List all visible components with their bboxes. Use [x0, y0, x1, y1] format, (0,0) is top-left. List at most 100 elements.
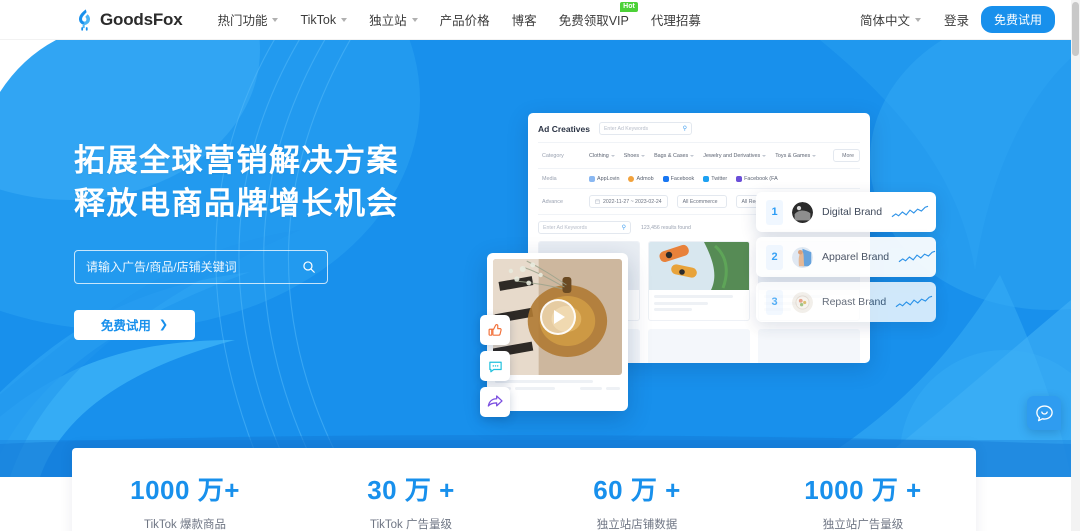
trend-sparkline-icon — [895, 295, 933, 308]
headline-line-2: 释放电商品牌增长机会 — [74, 185, 399, 221]
brand-name: Repast Brand — [822, 296, 887, 308]
filter-tag[interactable]: Bags & Cases — [654, 153, 695, 159]
nav-item-hot-features[interactable]: 热门功能 — [206, 10, 289, 29]
language-selector[interactable]: 简体中文 — [849, 10, 932, 29]
filter-tag[interactable]: Clothing — [589, 153, 615, 159]
comment-button[interactable] — [480, 351, 510, 381]
hero-free-trial-button[interactable]: 免费试用 ❯ — [74, 309, 195, 340]
avatar — [792, 246, 813, 268]
chevron-down-icon — [690, 154, 695, 157]
brand-rank-number: 1 — [766, 199, 783, 225]
stat-value: 60 万 + — [593, 475, 681, 505]
more-label: More — [842, 152, 854, 159]
stat-item: 60 万 + 独立站店铺数据 — [524, 448, 750, 531]
free-trial-button[interactable]: 免费试用 — [980, 6, 1055, 33]
chevron-down-icon — [812, 154, 817, 157]
brand-rank-card[interactable]: 1 Digital Brand — [756, 192, 936, 232]
admob-icon — [628, 175, 635, 182]
filter-tag[interactable]: Shoes — [623, 152, 646, 159]
stat-label: TikTok 爆款商品 — [144, 519, 226, 531]
filter-label: Media — [542, 175, 557, 182]
nav-label: 免费领取VIP — [558, 14, 629, 28]
hero-cta-label: 免费试用 — [100, 319, 151, 334]
like-button[interactable] — [480, 315, 510, 345]
login-link[interactable]: 登录 — [932, 10, 981, 29]
media-applovin[interactable]: AppLovin — [589, 175, 619, 182]
language-label: 简体中文 — [859, 14, 910, 28]
reaction-buttons — [480, 315, 510, 423]
nav-item-agent-recruit[interactable]: 代理招募 — [640, 10, 712, 29]
nav-label: 独立站 — [369, 14, 407, 28]
brand-rank-card[interactable]: 3 Repast Brand — [756, 282, 936, 322]
tag-label: Toys & Games — [775, 152, 811, 159]
calendar-icon — [595, 199, 600, 204]
nav-item-blog[interactable]: 博客 — [501, 10, 548, 29]
media-label: Admob — [636, 175, 654, 182]
nav-links: 热门功能 TikTok 独立站 产品价格 博客 免费领取VIP Hot 代理招募 — [206, 2, 712, 29]
mockup-search-field[interactable]: Enter Ad Keywords ⚲ — [598, 122, 692, 135]
media-facebook[interactable]: Facebook — [662, 175, 694, 182]
scrollbar-thumb[interactable] — [1072, 2, 1079, 56]
results-search-field[interactable]: Enter Ad Keywords ⚲ — [538, 221, 631, 234]
search-icon: ⚲ — [621, 225, 626, 231]
hero-section: 拓展全球营销解决方案 释放电商品牌增长机会 免费试用 ❯ Ad Creative… — [0, 40, 1071, 477]
video-meta — [493, 375, 622, 390]
hot-badge: Hot — [620, 2, 638, 13]
nav-item-free-vip[interactable]: 免费领取VIP Hot — [548, 2, 640, 29]
chevron-down-icon — [411, 17, 418, 22]
trend-sparkline-icon — [891, 205, 929, 218]
mockup-search-placeholder: Enter Ad Keywords — [603, 125, 649, 132]
play-button[interactable] — [539, 299, 576, 335]
hero-search-box[interactable] — [74, 249, 328, 284]
digital-brand-avatar-icon — [792, 201, 813, 223]
date-range-picker[interactable]: 2022-11-27 ~ 2023-02-24 — [589, 195, 668, 208]
filter-tag[interactable]: Toys & Games — [775, 152, 817, 159]
nav-label: 产品价格 — [439, 14, 490, 28]
filter-tag[interactable]: Jewelry and Derivatives — [703, 152, 767, 159]
nav-label: 博客 — [511, 14, 537, 28]
brand-rank-card[interactable]: 2 Apparel Brand — [756, 237, 936, 277]
landing-page: GoodsFox 热门功能 TikTok 独立站 产品价格 博客 免费领取VIP… — [0, 0, 1080, 531]
filter-tags: Clothing Shoes Bags & Cases Jewelry and … — [589, 153, 824, 159]
brand-name: Apparel Brand — [822, 251, 890, 263]
chat-bubble-smile-icon — [1035, 404, 1053, 421]
stats-panel: 1000 万+ TikTok 爆款商品 30 万 + TikTok 广告量级 6… — [72, 448, 976, 531]
chevron-down-icon — [610, 154, 615, 157]
mockup-title: Ad Creatives — [538, 123, 590, 134]
repast-brand-avatar-icon — [792, 291, 813, 313]
ecommerce-filter[interactable]: All Ecommerce — [676, 195, 727, 208]
share-button[interactable] — [480, 387, 510, 417]
nav-item-independent-site[interactable]: 独立站 — [358, 10, 429, 29]
apparel-brand-avatar-icon — [792, 246, 813, 268]
mockup-filter-row-media: Media AppLovin Admob Facebook Twitter Fa… — [538, 168, 860, 188]
result-card[interactable] — [648, 241, 750, 321]
stat-value: 1000 万 + — [804, 475, 922, 505]
share-icon — [487, 395, 503, 407]
thumbs-up-icon — [488, 323, 502, 336]
tag-label: Jewelry and Derivatives — [703, 152, 761, 159]
media-label: Facebook (FA — [744, 175, 778, 182]
media-admob[interactable]: Admob — [628, 175, 654, 182]
nav-item-tiktok[interactable]: TikTok — [289, 13, 358, 27]
avatar — [792, 201, 813, 223]
chevron-down-icon — [272, 17, 279, 22]
search-icon[interactable] — [302, 260, 316, 274]
stat-item: 30 万 + TikTok 广告量级 — [298, 448, 524, 531]
brand-logo[interactable]: GoodsFox — [74, 8, 183, 31]
media-facebook-fa[interactable]: Facebook (FA — [736, 175, 778, 182]
brand-name: GoodsFox — [100, 9, 183, 29]
more-filters-button[interactable]: More — [833, 149, 860, 162]
media-twitter[interactable]: Twitter — [703, 175, 727, 182]
brand-name: Digital Brand — [822, 206, 883, 218]
scrollbar-track[interactable] — [1071, 0, 1080, 531]
media-tags: AppLovin Admob Facebook Twitter Facebook… — [589, 175, 778, 182]
chat-support-button[interactable] — [1027, 396, 1061, 430]
nav-label: 热门功能 — [217, 14, 268, 28]
tag-label: Shoes — [623, 152, 640, 159]
hero-search-input[interactable] — [86, 259, 302, 274]
comment-icon — [488, 361, 502, 372]
results-count: 123,456 results found — [641, 224, 691, 231]
nav-item-pricing[interactable]: 产品价格 — [429, 10, 501, 29]
chevron-down-icon — [762, 154, 767, 157]
filter-label: Advance — [542, 198, 563, 205]
